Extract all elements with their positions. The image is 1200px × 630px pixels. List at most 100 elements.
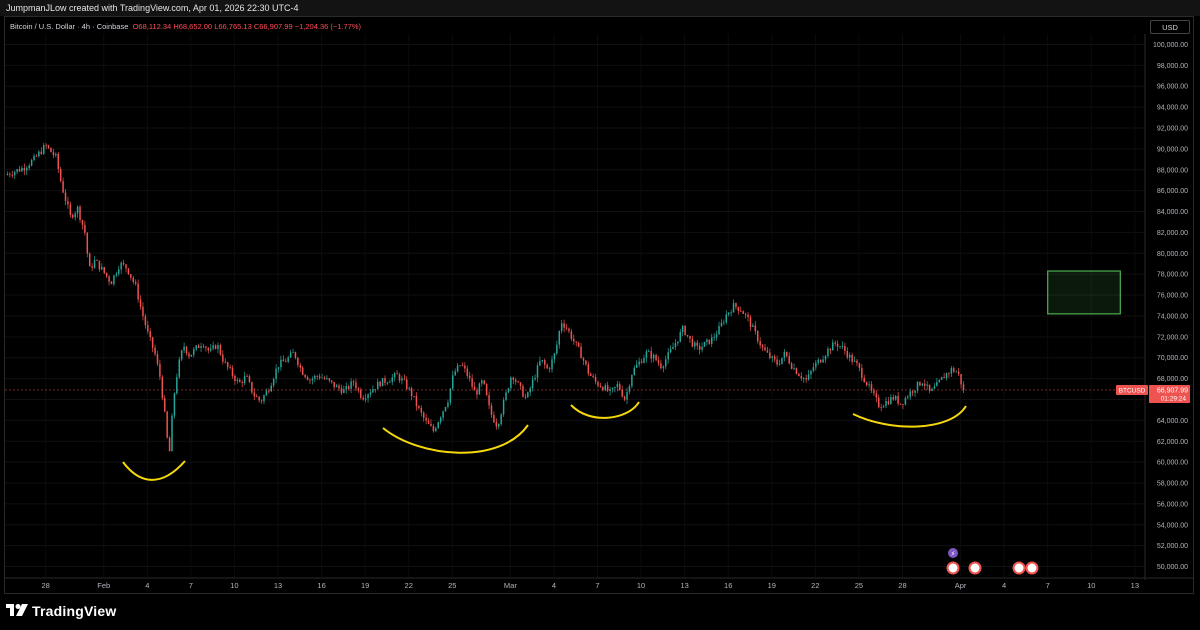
- candle-body: [190, 354, 193, 357]
- tradingview-logo[interactable]: TradingView: [6, 603, 116, 619]
- price-tick-label: 88,000.00: [1157, 167, 1188, 174]
- candle-body: [660, 363, 662, 369]
- candle-body: [802, 378, 805, 379]
- candle-body: [727, 312, 730, 315]
- candle-body: [35, 155, 38, 157]
- candle-body: [730, 312, 732, 314]
- candle-body: [720, 322, 723, 327]
- candle-body: [246, 376, 248, 377]
- candle-body: [771, 356, 774, 359]
- candle-body: [541, 360, 544, 362]
- candle-body: [33, 155, 35, 161]
- price-tick-label: 64,000.00: [1157, 418, 1188, 425]
- candle-body: [277, 367, 280, 369]
- candle-body: [299, 365, 302, 368]
- candle-body: [352, 381, 355, 383]
- candle-body: [338, 385, 340, 389]
- candle-body: [154, 347, 156, 355]
- candle-body: [30, 160, 33, 166]
- candle-body: [527, 392, 529, 398]
- candle-body: [18, 169, 21, 172]
- candle-body: [759, 341, 761, 346]
- candle-body: [459, 365, 461, 367]
- candle-body: [773, 356, 776, 360]
- candle-body: [766, 350, 769, 353]
- candle-body: [435, 428, 437, 432]
- candle-body: [447, 402, 449, 408]
- candle-body: [413, 396, 415, 397]
- candle-body: [343, 389, 345, 394]
- candle-body: [42, 145, 45, 154]
- candle-body: [512, 377, 515, 380]
- candle-body: [672, 346, 674, 349]
- candle-body: [439, 417, 442, 423]
- candle-body: [316, 376, 318, 377]
- candle-body: [890, 397, 892, 404]
- candle-body: [239, 379, 241, 383]
- time-tick-label: 13: [680, 581, 688, 590]
- candle-body: [422, 412, 425, 418]
- candle-body: [817, 359, 819, 363]
- candle-body: [824, 355, 827, 360]
- candle-body: [81, 219, 84, 225]
- candle-body: [430, 423, 432, 426]
- candle-body: [863, 377, 865, 383]
- candle-body: [159, 363, 161, 377]
- candle-body: [623, 396, 626, 400]
- time-tick-label: 10: [1087, 581, 1095, 590]
- bottom-arc-4: [852, 405, 967, 428]
- candle-body: [79, 206, 81, 220]
- candle-body: [868, 384, 870, 386]
- countdown-label: 01:29:24: [1161, 395, 1187, 402]
- candle-body: [665, 359, 667, 367]
- candle-body: [764, 347, 766, 351]
- candle-body: [180, 350, 183, 360]
- time-tick-label: 4: [145, 581, 149, 590]
- candle-body: [229, 367, 231, 368]
- candle-body: [205, 346, 207, 349]
- candle-body: [689, 335, 691, 339]
- candle-body: [749, 317, 752, 327]
- price-tick-label: 100,000.00: [1153, 42, 1188, 49]
- candle-body: [870, 384, 873, 391]
- bottom-arc-2: [382, 424, 529, 454]
- time-tick-label: 10: [230, 581, 238, 590]
- candle-body: [510, 377, 512, 389]
- candle-body: [45, 145, 47, 146]
- candle-body: [592, 375, 594, 378]
- candle-body: [674, 343, 677, 347]
- candle-body: [381, 378, 384, 387]
- candle-body: [9, 174, 11, 175]
- candle-body: [955, 371, 957, 373]
- candle-body: [345, 386, 348, 390]
- candle-body: [328, 378, 331, 381]
- price-tick-label: 62,000.00: [1157, 439, 1188, 446]
- candle-body: [575, 341, 577, 343]
- price-axis: 100,000.00 98,000.00 96,000.00 94,000.00 92,…: [1116, 34, 1192, 580]
- time-tick-label: 28: [898, 581, 906, 590]
- candle-body: [185, 346, 188, 354]
- tradingview-logo-icon: [6, 604, 28, 618]
- candle-body: [807, 374, 810, 380]
- time-axis: 28 Feb 4 7 10 13 16 19 22 25 Mar 4 7 10 13 16 19 22 25 28 Ap…: [4, 577, 1194, 590]
- candle-body: [410, 388, 413, 397]
- candle-body: [350, 381, 352, 389]
- candle-body: [553, 353, 556, 360]
- candle-body: [848, 354, 851, 358]
- candle-body: [836, 343, 839, 347]
- candle-body: [940, 377, 943, 380]
- candle-body: [64, 192, 67, 202]
- price-chart[interactable]: 100,000.00 98,000.00 96,000.00 94,000.00 92,…: [0, 0, 1200, 630]
- candle-body: [652, 354, 655, 359]
- price-tag: BTCUSD 66,907.9901:29:24: [1116, 384, 1190, 403]
- candle-body: [790, 363, 793, 369]
- candle-body: [715, 334, 718, 338]
- candle-body: [415, 396, 418, 407]
- price-tick-label: 98,000.00: [1157, 63, 1188, 70]
- candle-body: [684, 325, 686, 335]
- candle-body: [655, 354, 657, 361]
- currency-button[interactable]: USD: [1150, 20, 1190, 34]
- time-tick-label: 7: [595, 581, 599, 590]
- candle-body: [708, 339, 711, 344]
- candle-body: [892, 397, 895, 400]
